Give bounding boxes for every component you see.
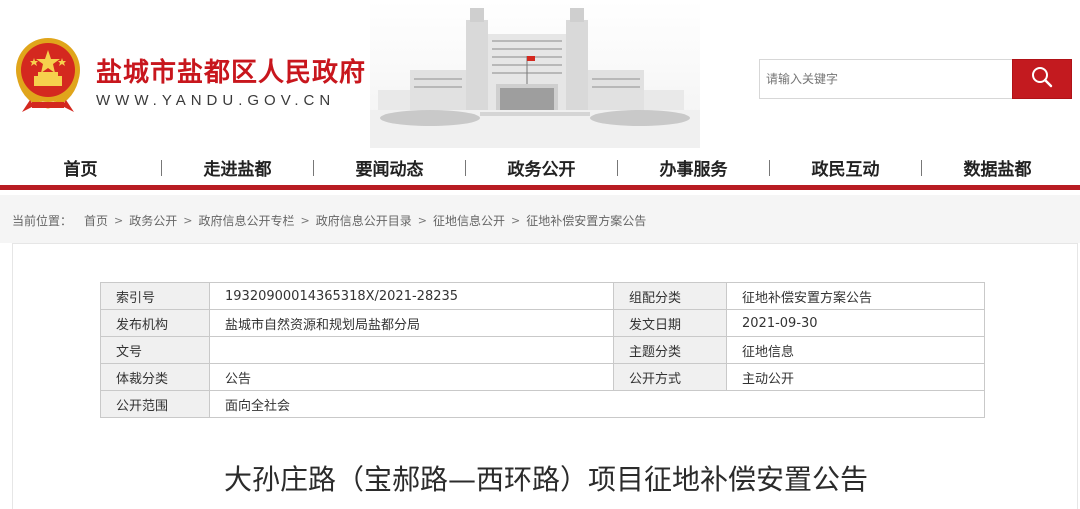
breadcrumb-item[interactable]: 政府信息公开专栏 <box>198 212 294 229</box>
breadcrumb: 当前位置： 首页 > 政务公开 > 政府信息公开专栏 > 政府信息公开目录 > … <box>12 212 646 229</box>
nav-item-news[interactable]: 要闻动态 <box>314 155 465 180</box>
breadcrumb-separator: > <box>510 214 521 227</box>
meta-value: 2021-09-30 <box>726 309 985 337</box>
breadcrumb-item[interactable]: 政务公开 <box>129 212 177 229</box>
nav-item-services[interactable]: 办事服务 <box>618 155 769 180</box>
government-building-image <box>370 0 700 148</box>
nav-item-about[interactable]: 走进盐都 <box>162 155 313 180</box>
breadcrumb-separator: > <box>114 214 124 227</box>
breadcrumb-item[interactable]: 政府信息公开目录 <box>316 212 412 229</box>
site-url: WWW.YANDU.GOV.CN <box>96 92 336 109</box>
meta-label: 主题分类 <box>613 336 727 364</box>
article-panel: 索引号 19320900014365318X/2021-28235 组配分类 征… <box>12 243 1078 509</box>
meta-label: 公开范围 <box>100 390 210 418</box>
nav-item-data[interactable]: 数据盐都 <box>922 155 1073 180</box>
breadcrumb-item[interactable]: 征地补偿安置方案公告 <box>526 212 646 229</box>
meta-label: 发文日期 <box>613 309 727 337</box>
breadcrumb-separator: > <box>183 214 193 227</box>
site-title[interactable]: 盐城市盐都区人民政府 <box>96 52 366 89</box>
site-header: 盐城市盐都区人民政府 WWW.YANDU.GOV.CN <box>0 0 1080 150</box>
nav-item-interaction[interactable]: 政民互动 <box>770 155 921 180</box>
breadcrumb-label: 当前位置： <box>12 214 73 228</box>
table-row: 公开范围 面向全社会 <box>100 390 985 418</box>
meta-value: 公告 <box>209 363 614 391</box>
meta-value: 19320900014365318X/2021-28235 <box>209 282 614 310</box>
meta-label: 体裁分类 <box>100 363 210 391</box>
national-emblem-icon[interactable] <box>12 36 84 114</box>
meta-value: 主动公开 <box>726 363 985 391</box>
nav-item-home[interactable]: 首页 <box>0 155 161 180</box>
search-icon <box>1031 66 1053 93</box>
main-nav: 首页 走进盐都 要闻动态 政务公开 办事服务 政民互动 数据盐都 <box>0 150 1080 190</box>
meta-label: 索引号 <box>100 282 210 310</box>
meta-value: 征地补偿安置方案公告 <box>726 282 985 310</box>
breadcrumb-bar: 当前位置： 首页 > 政务公开 > 政府信息公开专栏 > 政府信息公开目录 > … <box>0 195 1080 243</box>
search-button[interactable] <box>1012 59 1072 99</box>
meta-value: 面向全社会 <box>209 390 985 418</box>
search-input[interactable] <box>759 59 1013 99</box>
nav-item-open-government[interactable]: 政务公开 <box>466 155 617 180</box>
meta-value <box>209 336 614 364</box>
article-title: 大孙庄路（宝郝路—西环路）项目征地补偿安置公告 <box>223 463 868 496</box>
meta-label: 文号 <box>100 336 210 364</box>
breadcrumb-item[interactable]: 首页 <box>84 212 108 229</box>
table-row: 文号 主题分类 征地信息 <box>100 336 985 364</box>
table-row: 索引号 19320900014365318X/2021-28235 组配分类 征… <box>100 282 985 310</box>
breadcrumb-separator: > <box>300 214 310 227</box>
meta-value: 盐城市自然资源和规划局盐都分局 <box>209 309 614 337</box>
table-row: 体裁分类 公告 公开方式 主动公开 <box>100 363 985 391</box>
breadcrumb-separator: > <box>417 214 427 227</box>
table-row: 发布机构 盐城市自然资源和规划局盐都分局 发文日期 2021-09-30 <box>100 309 985 337</box>
breadcrumb-item[interactable]: 征地信息公开 <box>433 212 505 229</box>
meta-value: 征地信息 <box>726 336 985 364</box>
document-meta-table: 索引号 19320900014365318X/2021-28235 组配分类 征… <box>100 282 985 418</box>
meta-label: 公开方式 <box>613 363 727 391</box>
meta-label: 发布机构 <box>100 309 210 337</box>
meta-label: 组配分类 <box>613 282 727 310</box>
